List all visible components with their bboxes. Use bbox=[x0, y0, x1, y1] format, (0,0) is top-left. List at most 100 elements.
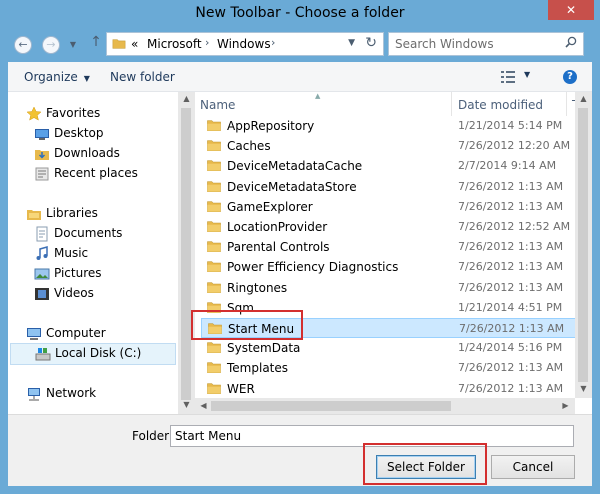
file-row[interactable]: Parental Controls7/26/2012 1:13 AMFi bbox=[201, 237, 575, 257]
file-row[interactable]: DeviceMetadataCache2/7/2014 9:14 AMFi bbox=[201, 156, 575, 176]
folder-icon bbox=[207, 120, 221, 132]
recent-locations-dropdown[interactable]: ▼ bbox=[66, 38, 80, 52]
folder-icon bbox=[207, 221, 221, 233]
column-header-name[interactable]: Name bbox=[200, 98, 235, 112]
back-button[interactable]: ← bbox=[14, 36, 32, 54]
file-list: ▲ Name Date modified Ty AppRepository1/2… bbox=[195, 92, 575, 398]
command-bar: Organize ▼ New folder ▼ ? bbox=[8, 62, 592, 92]
file-name: Caches bbox=[227, 139, 271, 154]
scroll-right-arrow-icon[interactable]: ▶ bbox=[557, 401, 574, 410]
star-icon bbox=[26, 106, 42, 121]
file-name: LocationProvider bbox=[227, 220, 328, 234]
file-date-modified: 1/21/2014 4:51 PM bbox=[458, 300, 563, 314]
chevron-right-icon[interactable]: › bbox=[205, 36, 209, 49]
file-row[interactable]: Power Efficiency Diagnostics 7/26/2012 1:… bbox=[201, 257, 575, 277]
nav-recent-places[interactable]: Recent places bbox=[34, 164, 176, 184]
up-button[interactable]: ↑ bbox=[88, 34, 104, 54]
file-list-scrollbar[interactable]: ▲ ▼ bbox=[575, 92, 592, 398]
nav-downloads[interactable]: Downloads bbox=[34, 144, 176, 164]
scroll-up-arrow-icon[interactable]: ▲ bbox=[178, 94, 195, 103]
nav-documents[interactable]: Documents bbox=[34, 224, 176, 244]
address-row: ← → ▼ ↑ « Microsoft › Windows › ▼ ↻ Sear… bbox=[8, 28, 592, 62]
file-row[interactable]: Ringtones7/26/2012 1:13 AMFi bbox=[201, 278, 575, 298]
network-icon bbox=[28, 388, 40, 401]
file-row[interactable]: GameExplorer7/26/2012 1:13 AMFi bbox=[201, 197, 575, 217]
documents-icon bbox=[36, 226, 48, 242]
scroll-down-arrow-icon[interactable]: ▼ bbox=[575, 384, 592, 393]
scroll-down-arrow-icon[interactable]: ▼ bbox=[178, 400, 195, 409]
file-row[interactable]: AppRepository1/21/2014 5:14 PMFi bbox=[201, 116, 575, 136]
dialog-client: Organize ▼ New folder ▼ ? Favorites Deskt… bbox=[8, 62, 592, 486]
file-name: Parental Controls bbox=[227, 240, 330, 255]
file-date-modified: 7/26/2012 1:13 AM bbox=[458, 280, 564, 294]
file-date-modified: 7/26/2012 1:13 AM bbox=[458, 179, 564, 193]
downloads-icon bbox=[35, 150, 49, 160]
scroll-left-arrow-icon[interactable]: ◀ bbox=[195, 401, 212, 410]
navigation-pane: Favorites Desktop Downloads Recent place… bbox=[8, 92, 178, 414]
file-name: GameExplorer bbox=[227, 199, 313, 214]
column-divider[interactable] bbox=[451, 92, 452, 116]
folder-label: Folder: bbox=[132, 429, 173, 443]
chevron-down-icon[interactable]: ▼ bbox=[524, 70, 530, 79]
folder-icon bbox=[207, 160, 221, 172]
scrollbar-thumb[interactable] bbox=[578, 108, 588, 382]
file-row[interactable]: DeviceMetadataStore7/26/2012 1:13 AMFi bbox=[201, 177, 575, 197]
nav-favorites[interactable]: Favorites bbox=[26, 104, 176, 124]
refresh-icon[interactable]: ↻ bbox=[365, 35, 377, 51]
new-folder-button[interactable]: New folder bbox=[110, 70, 175, 84]
folder-icon bbox=[207, 140, 221, 152]
folder-icon bbox=[207, 241, 221, 253]
cancel-button[interactable]: Cancel bbox=[491, 455, 575, 479]
nav-pane-scrollbar[interactable]: ▲ ▼ bbox=[178, 92, 195, 414]
libraries-icon bbox=[27, 210, 41, 220]
close-button[interactable]: ✕ bbox=[548, 0, 594, 20]
folder-icon bbox=[207, 342, 221, 354]
recent-places-icon bbox=[35, 167, 49, 181]
folder-icon bbox=[207, 282, 221, 293]
breadcrumb-windows[interactable]: Windows bbox=[217, 37, 271, 51]
file-row[interactable]: WER7/26/2012 1:13 AMFi bbox=[201, 379, 575, 398]
nav-pictures[interactable]: Pictures bbox=[34, 264, 176, 284]
scrollbar-thumb[interactable] bbox=[181, 108, 191, 400]
file-name: SystemData bbox=[227, 341, 301, 356]
file-row[interactable]: Caches7/26/2012 12:20 AMFi bbox=[201, 136, 575, 156]
computer-icon bbox=[27, 328, 41, 340]
organize-button[interactable]: Organize ▼ bbox=[24, 70, 90, 84]
file-row[interactable]: LocationProvider7/26/2012 12:52 AMFi bbox=[201, 217, 575, 237]
nav-desktop[interactable]: Desktop bbox=[34, 124, 176, 144]
local-disk-icon bbox=[35, 348, 51, 361]
folder-icon bbox=[112, 39, 126, 49]
nav-libraries[interactable]: Libraries bbox=[26, 204, 176, 224]
nav-network[interactable]: Network bbox=[26, 384, 176, 404]
file-name: Ringtones bbox=[227, 280, 288, 295]
folder-icon bbox=[207, 261, 221, 273]
folder-icon bbox=[207, 362, 221, 374]
nav-music[interactable]: Music bbox=[34, 244, 176, 264]
breadcrumb-overflow[interactable]: « bbox=[131, 37, 138, 51]
search-icon[interactable] bbox=[565, 36, 577, 48]
column-header-date-modified[interactable]: Date modified bbox=[458, 98, 543, 112]
view-options-icon[interactable] bbox=[501, 71, 515, 83]
help-icon[interactable]: ? bbox=[563, 70, 577, 84]
scroll-up-arrow-icon[interactable]: ▲ bbox=[575, 94, 592, 103]
nav-computer[interactable]: Computer bbox=[26, 324, 176, 344]
file-row[interactable]: SystemData1/24/2014 5:16 PMFi bbox=[201, 338, 575, 358]
file-row[interactable]: Templates7/26/2012 1:13 AMFi bbox=[201, 358, 575, 378]
file-date-modified: 7/26/2012 12:20 AM bbox=[458, 139, 571, 153]
horizontal-scrollbar[interactable]: ◀ ▶ bbox=[195, 398, 575, 414]
breadcrumb-microsoft[interactable]: Microsoft bbox=[147, 37, 202, 51]
nav-videos[interactable]: Videos bbox=[34, 284, 176, 304]
file-date-modified: 7/26/2012 1:13 AM bbox=[458, 199, 564, 213]
file-name: DeviceMetadataStore bbox=[227, 179, 357, 194]
title-bar: New Toolbar - Choose a folder ✕ bbox=[0, 0, 600, 28]
folder-icon bbox=[207, 181, 221, 192]
chevron-right-icon[interactable]: › bbox=[271, 36, 275, 49]
search-box[interactable]: Search Windows bbox=[388, 32, 584, 56]
forward-button[interactable]: → bbox=[42, 36, 60, 54]
nav-local-disk[interactable]: Local Disk (C:) bbox=[10, 343, 176, 365]
chevron-down-icon[interactable]: ▼ bbox=[348, 38, 355, 48]
file-name: AppRepository bbox=[227, 119, 315, 133]
column-divider[interactable] bbox=[566, 92, 567, 116]
scrollbar-thumb[interactable] bbox=[211, 401, 451, 411]
address-bar[interactable]: « Microsoft › Windows › ▼ ↻ bbox=[106, 32, 384, 56]
